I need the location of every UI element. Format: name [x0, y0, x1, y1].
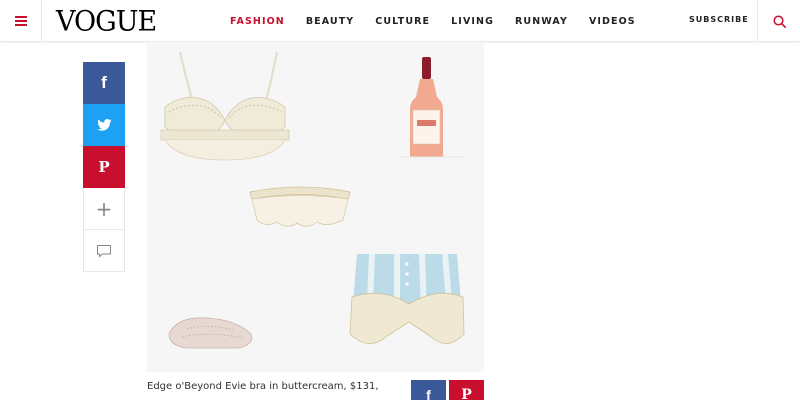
comment-button[interactable]: [83, 230, 125, 272]
vogue-logo[interactable]: VOGUE: [56, 5, 157, 38]
nav-videos[interactable]: VIDEOS: [589, 16, 636, 27]
lace-garter-image: [249, 186, 351, 227]
comment-icon: [97, 244, 111, 258]
plus-icon: +: [95, 196, 113, 221]
share-facebook-button[interactable]: f: [83, 62, 125, 104]
nav-runway[interactable]: RUNWAY: [515, 16, 568, 27]
nav-fashion[interactable]: FASHION: [230, 16, 285, 27]
share-twitter-button[interactable]: [83, 104, 125, 146]
rose-wine-bottle-image: [399, 57, 465, 158]
twitter-icon: [96, 119, 112, 131]
main-nav: FASHION BEAUTY CULTURE LIVING RUNWAY VID…: [230, 0, 657, 42]
silk-shorts-image: [349, 253, 465, 344]
hamburger-icon: [14, 16, 27, 26]
subscribe-link[interactable]: SUBSCRIBE: [689, 15, 749, 24]
share-pinterest-button[interactable]: P: [83, 146, 125, 188]
nav-culture[interactable]: CULTURE: [375, 16, 430, 27]
share-rail: f P +: [83, 62, 125, 272]
search-icon: [772, 14, 786, 28]
site-header: VOGUE FASHION BEAUTY CULTURE LIVING RUNW…: [0, 0, 800, 42]
embellished-slipper-image: [168, 317, 253, 349]
product-caption: Edge o'Beyond Evie bra in buttercream, $…: [147, 381, 379, 392]
product-collage: [147, 42, 484, 372]
facebook-icon: f: [426, 387, 431, 400]
nav-living[interactable]: LIVING: [451, 16, 494, 27]
search-button[interactable]: [757, 0, 800, 42]
caption-share-pinterest-button[interactable]: P: [449, 380, 484, 400]
product-collage-image: [160, 51, 465, 349]
bra-product-image: [160, 51, 290, 161]
share-more-button[interactable]: +: [83, 188, 125, 230]
pinterest-icon: P: [98, 158, 110, 176]
pinterest-icon: P: [461, 387, 472, 400]
caption-share-facebook-button[interactable]: f: [411, 380, 446, 400]
facebook-icon: f: [101, 73, 107, 92]
menu-button[interactable]: [0, 0, 42, 42]
nav-beauty[interactable]: BEAUTY: [306, 16, 354, 27]
